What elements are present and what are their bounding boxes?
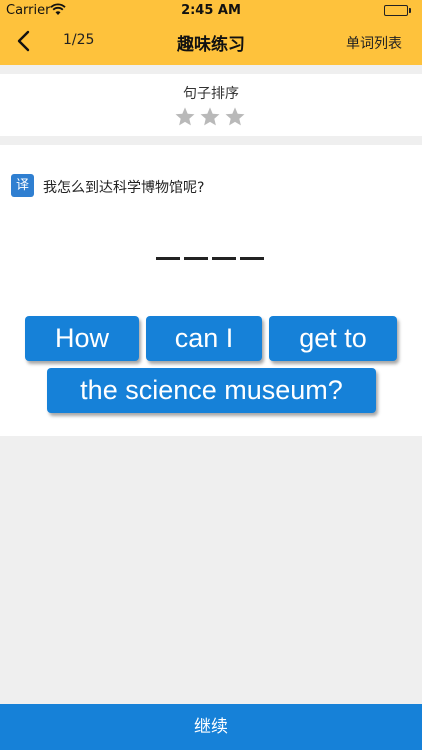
translate-badge: 译	[11, 174, 34, 197]
battery-tip	[409, 8, 411, 13]
star-rating	[174, 106, 248, 130]
answer-blank	[184, 257, 208, 260]
answer-blank	[156, 257, 180, 260]
word-tile-can-i[interactable]: can I	[146, 316, 262, 361]
chinese-prompt: 我怎么到达科学博物馆呢?	[43, 180, 205, 196]
battery-icon	[384, 5, 408, 16]
top-bar: Carrier 2:45 AM 1/25 趣味练习 单词列表	[0, 0, 422, 65]
star-icon	[199, 106, 221, 128]
answer-blank	[212, 257, 236, 260]
continue-button[interactable]: 继续	[0, 704, 422, 750]
answer-blanks[interactable]	[156, 257, 268, 261]
status-bar: Carrier 2:45 AM	[0, 0, 422, 22]
word-tile-how[interactable]: How	[25, 316, 139, 361]
star-icon	[224, 106, 246, 128]
exercise-type-label: 句子排序	[183, 86, 239, 102]
star-icon	[174, 106, 196, 128]
word-tile-get-to[interactable]: get to	[269, 316, 397, 361]
word-list-button[interactable]: 单词列表	[346, 33, 402, 53]
word-tile-science-museum[interactable]: the science museum?	[47, 368, 376, 413]
status-time: 2:45 AM	[181, 3, 241, 18]
answer-blank	[240, 257, 264, 260]
